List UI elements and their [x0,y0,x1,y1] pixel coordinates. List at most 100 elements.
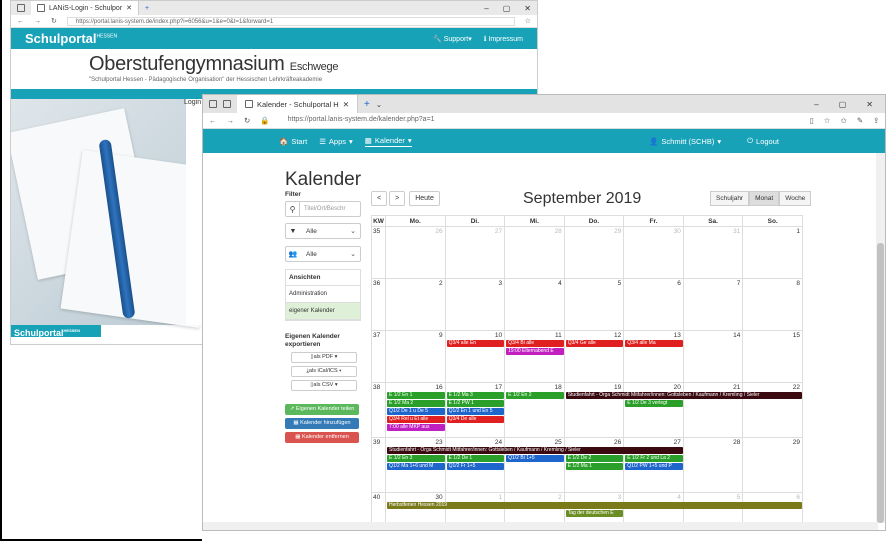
portal-brand[interactable]: SchulportalHESSEN [25,31,117,46]
nav-kalender[interactable]: ▦ Kalender ▾ [364,136,412,147]
next-button[interactable]: > [389,191,406,206]
day-cell[interactable]: 13 [623,330,684,383]
back-icon[interactable]: ← [17,18,24,25]
reading-view-icon[interactable]: ▯ [810,116,814,125]
view-month-button[interactable]: Monat [749,191,780,206]
day-cell[interactable]: 28 [504,226,565,279]
favorite-icon[interactable]: ☆ [824,116,831,125]
calendar-event[interactable]: Q3/4 Bi alle [506,340,564,347]
login-label[interactable]: Login [184,99,201,106]
vertical-scrollbar[interactable] [876,153,885,523]
nav-start[interactable]: 🏠 Start [279,137,307,146]
today-button[interactable]: Heute [409,191,440,206]
refresh-icon[interactable]: ↻ [244,116,250,125]
calendar-event[interactable]: E 1/2 En 2 [506,392,564,399]
add-calendar-button[interactable]: ▦ Kalender hinzufügen [285,418,359,429]
horizontal-scrollbar[interactable] [203,522,878,530]
day-cell[interactable]: 5 [563,278,625,331]
share-icon[interactable]: ⇪ [873,116,879,125]
calendar-event[interactable]: Q1/2 De 1 u De 5 [387,408,445,415]
day-cell[interactable]: 6 [623,278,684,331]
view-administration[interactable]: Administration [286,286,360,303]
calendar-event[interactable]: E 1/2 Ma 2 [387,400,445,407]
day-cell[interactable]: 27 [444,226,506,279]
forward-icon[interactable]: → [227,116,235,125]
calendar-event[interactable]: 19:00 Elternabend E [506,348,564,355]
maximize-icon[interactable]: ▢ [503,4,511,13]
view-week-button[interactable]: Woche [779,191,812,206]
day-cell[interactable]: 1 [742,226,803,279]
refresh-icon[interactable]: ↻ [51,17,57,25]
close-window-icon[interactable]: ✕ [524,4,531,13]
tab-actions-icon[interactable] [209,100,217,108]
day-cell[interactable]: 31 [682,226,744,279]
calendar-event[interactable]: E 1/2 De 2 [565,455,624,462]
day-cell[interactable]: 8 [742,278,803,331]
day-cell[interactable]: 20 [623,382,684,438]
day-cell[interactable]: 22 [742,382,803,438]
calendar-event[interactable]: E 1/2 En 1 [387,392,445,399]
nav-logout[interactable]: ⏻ Logout [747,136,779,146]
export-csv-button[interactable]: ▯als CSV ▾ [291,380,357,391]
back-tab[interactable]: LANiS-Login - Schulpor ✕ [31,1,140,15]
calendar-event[interactable]: 7:00 alle MKP aus [387,424,445,431]
tab-actions-icon[interactable] [17,4,25,12]
day-cell[interactable]: 14 [682,330,744,383]
nav-apps[interactable]: ☰ Apps ▾ [319,137,353,146]
favorite-icon[interactable]: ☆ [525,17,531,25]
day-cell[interactable]: 26 [385,226,446,279]
filter-select[interactable]: ▼ Alle ⌄ [285,223,361,239]
calendar-event[interactable]: E 1/2 Ma 3 [446,392,505,399]
day-cell[interactable]: 12 [563,330,625,383]
calendar-event[interactable]: Q3/4 Ge alle [565,340,624,347]
scroll-thumb[interactable] [877,243,884,523]
prev-button[interactable]: < [371,191,388,206]
export-ical-button[interactable]: ⤓als iCal/ICS ▾ [291,366,357,377]
view-own-calendar[interactable]: eigener Kalender [286,303,360,320]
day-cell[interactable]: 2 [385,278,446,331]
support-menu[interactable]: 🔧 Support▾ [433,35,472,43]
export-pdf-button[interactable]: ▯als PDF ▾ [291,352,357,363]
day-cell[interactable]: 15 [742,330,803,383]
day-cell[interactable]: 29 [742,437,803,493]
remove-calendar-button[interactable]: ▦ Kalender entfernen [285,432,359,443]
calendar-event[interactable]: Herbstferien Hessen 2019 [387,502,802,509]
front-tab[interactable]: Kalender - Schulportal H ✕ [237,95,359,113]
close-window-icon[interactable]: ✕ [866,100,873,109]
back-url-field[interactable]: https://portal.lanis-system.de/index.php… [66,16,515,26]
calendar-event[interactable]: Q1/2 Bi 1+5 [506,455,564,462]
day-cell[interactable]: 10 [444,330,506,383]
day-cell[interactable]: 7 [682,278,744,331]
calendar-event[interactable]: E 1/2 Ma 1 [565,463,624,470]
day-cell[interactable]: 3 [444,278,506,331]
calendar-event[interactable]: Q1/2 Fr 1+5 [446,463,505,470]
new-tab-icon[interactable]: + [364,99,370,110]
notes-icon[interactable]: ✎ [857,116,863,125]
day-cell[interactable]: 28 [682,437,744,493]
calendar-event[interactable]: E 1/2 De 3 verlegt [625,400,683,407]
favorites-bar-icon[interactable]: ✩ [841,116,847,125]
day-cell[interactable]: 4 [504,278,565,331]
close-tab-icon[interactable]: ✕ [343,100,349,109]
calendar-event[interactable]: E 1/2 PW 1 [446,400,505,407]
calendar-event[interactable]: Q1/2 En 1 und En 5 [446,408,505,415]
maximize-icon[interactable]: ▢ [839,100,847,109]
new-tab-icon[interactable]: + [145,5,149,12]
calendar-event[interactable]: Q3/4 Rel u Et alle [387,416,445,423]
minimize-icon[interactable]: – [814,100,818,109]
view-year-button[interactable]: Schuljahr [710,191,750,206]
day-cell[interactable]: 21 [682,382,744,438]
day-cell[interactable]: 25 [504,437,565,493]
calendar-event[interactable]: Q3/4 De alle [446,416,505,423]
tab-preview-icon[interactable] [223,100,231,108]
calendar-event[interactable]: E 1/2 Fr 2 und La 2 [625,455,683,462]
calendar-event[interactable]: E 1/2 En 3 [387,455,445,462]
day-cell[interactable]: 18 [504,382,565,438]
day-cell[interactable]: 30 [623,226,684,279]
share-calendar-button[interactable]: ↗ Eigenen Kalender teilen [285,404,359,415]
close-tab-icon[interactable]: ✕ [126,4,132,12]
forward-icon[interactable]: → [34,18,41,25]
nav-user[interactable]: 👤 Schmitt (SCHB) ▾ [649,136,721,146]
minimize-icon[interactable]: – [484,4,488,13]
calendar-event[interactable]: Q1/2 PW 1+5 und P [625,463,683,470]
